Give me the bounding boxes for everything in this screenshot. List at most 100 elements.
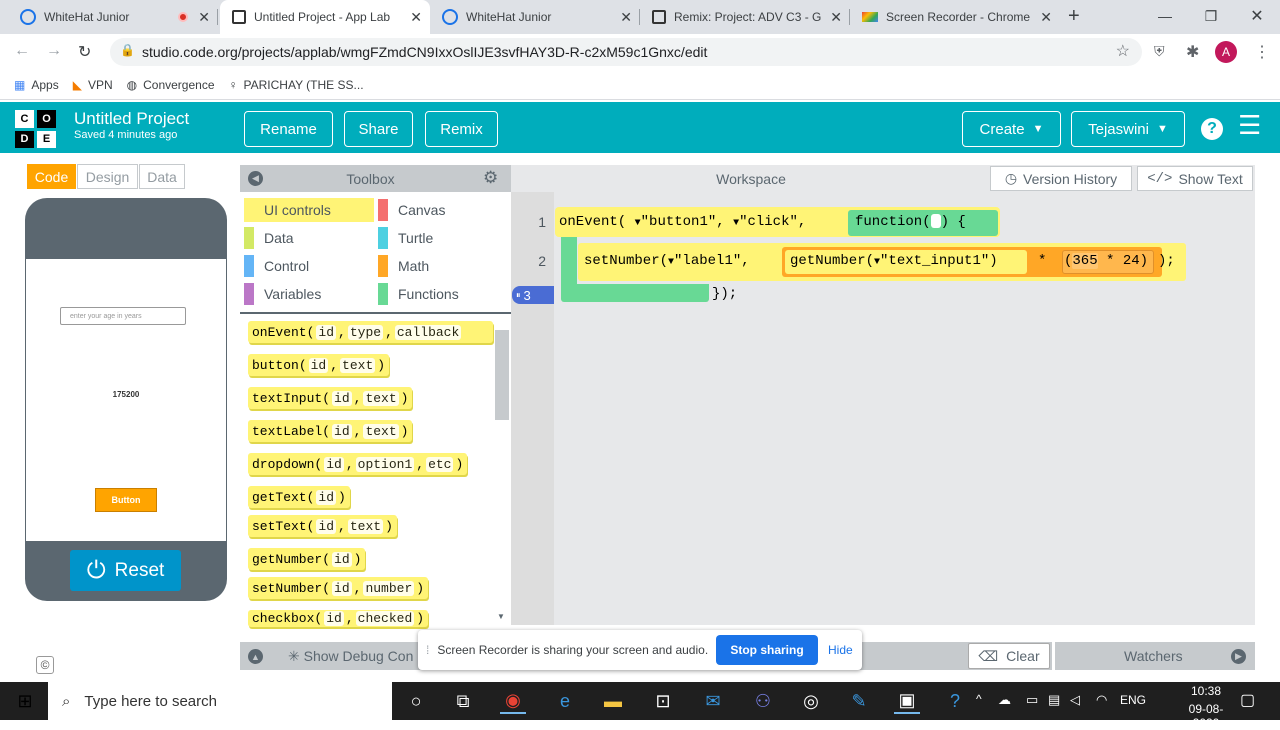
- number-24[interactable]: 24: [1123, 253, 1140, 269]
- category-variables[interactable]: Variables: [244, 282, 321, 306]
- help-icon[interactable]: ?: [1201, 118, 1223, 140]
- app-button[interactable]: Button: [95, 488, 157, 512]
- file-explorer-icon[interactable]: ▬: [600, 688, 626, 714]
- tray-chevron-icon[interactable]: ^: [976, 692, 982, 706]
- close-tab-icon[interactable]: ✕: [1040, 9, 1052, 26]
- copyright-icon[interactable]: ©: [36, 656, 54, 674]
- bookmark-star-icon[interactable]: ☆: [1116, 41, 1130, 61]
- clock-date[interactable]: 09-08-2020: [1176, 702, 1236, 730]
- category-math[interactable]: Math: [378, 254, 429, 278]
- volume-icon[interactable]: ◁: [1070, 692, 1080, 708]
- reset-button[interactable]: ⏻ Reset: [70, 550, 181, 591]
- code-org-logo[interactable]: C O D E: [15, 110, 58, 148]
- expand-debug-icon[interactable]: ▲: [248, 649, 263, 664]
- category-turtle[interactable]: Turtle: [378, 226, 433, 250]
- settings-gear-icon[interactable]: ⚙: [483, 168, 498, 188]
- remix-button[interactable]: Remix: [425, 111, 498, 147]
- close-tab-icon[interactable]: ✕: [410, 9, 422, 26]
- block-textInput[interactable]: textInput(id, text): [248, 387, 413, 409]
- store-icon[interactable]: ⊡: [650, 688, 676, 714]
- network-icon[interactable]: ▤: [1048, 692, 1060, 708]
- category-ui-controls[interactable]: UI controls: [244, 198, 374, 222]
- create-dropdown[interactable]: Create ▼: [962, 111, 1061, 147]
- close-tab-icon[interactable]: ✕: [198, 9, 210, 26]
- wifi-icon[interactable]: ◠: [1096, 692, 1107, 708]
- breakpoint-line-3[interactable]: ⏸ 3: [512, 286, 554, 304]
- teams-icon[interactable]: ⚇: [750, 688, 776, 714]
- extension-shield-icon[interactable]: ⛨: [1154, 43, 1165, 60]
- back-icon[interactable]: ←: [14, 42, 30, 60]
- mail-icon[interactable]: ✉: [700, 688, 726, 714]
- bookmark-parichay[interactable]: ♀ PARICHAY (THE SS...: [229, 78, 364, 92]
- task-view-icon[interactable]: ⧉: [450, 688, 476, 714]
- drag-handle-icon[interactable]: ⁞: [426, 643, 429, 657]
- taskbar-search-box[interactable]: ⌕ Type here to search: [48, 682, 392, 720]
- code-mode-tab[interactable]: Code: [27, 164, 76, 189]
- data-mode-tab[interactable]: Data: [139, 164, 185, 189]
- category-functions[interactable]: Functions: [378, 282, 459, 306]
- project-title: Untitled Project: [74, 109, 190, 128]
- design-mode-tab[interactable]: Design: [77, 164, 138, 189]
- block-onEvent[interactable]: onEvent(id, type, callback: [248, 321, 493, 343]
- user-dropdown[interactable]: Tejaswini ▼: [1071, 111, 1185, 147]
- minimize-icon[interactable]: —: [1142, 0, 1188, 32]
- bookmark-apps[interactable]: ▦ Apps: [14, 78, 59, 92]
- chrome-icon[interactable]: ◉: [500, 688, 526, 714]
- show-text-button[interactable]: </> Show Text: [1137, 166, 1253, 191]
- notifications-icon[interactable]: ▢: [1240, 690, 1255, 710]
- debug-console-toggle[interactable]: ✳ Show Debug Con: [288, 648, 413, 665]
- number-365[interactable]: 365: [1072, 253, 1098, 269]
- obs-icon[interactable]: ◎: [798, 688, 824, 714]
- stop-sharing-button[interactable]: Stop sharing: [716, 635, 818, 665]
- collapse-watchers-icon[interactable]: ▶: [1231, 649, 1246, 664]
- extensions-puzzle-icon[interactable]: ✱: [1186, 42, 1199, 62]
- editor-icon[interactable]: ✎: [846, 688, 872, 714]
- category-data[interactable]: Data: [244, 226, 294, 250]
- block-checkbox[interactable]: checkbox(id, checked): [248, 610, 429, 627]
- bookmark-convergence[interactable]: ◍ Convergence: [127, 78, 215, 92]
- menu-kebab-icon[interactable]: ⋮: [1254, 42, 1270, 62]
- block-setText[interactable]: setText(id, text): [248, 515, 397, 537]
- onedrive-icon[interactable]: ☁: [998, 692, 1011, 708]
- browser-tab[interactable]: WhiteHat Junior ✕: [8, 0, 218, 34]
- edge-icon[interactable]: e: [552, 688, 578, 714]
- cortana-icon[interactable]: ○: [403, 688, 429, 714]
- browser-tab[interactable]: Screen Recorder - Chrome ✕: [850, 0, 1060, 34]
- palette-scrollbar[interactable]: [495, 330, 509, 420]
- forward-icon[interactable]: →: [46, 42, 62, 60]
- help-tips-icon[interactable]: ?: [942, 688, 968, 714]
- new-tab-icon[interactable]: +: [1068, 5, 1080, 28]
- clock-time[interactable]: 10:38: [1176, 684, 1236, 698]
- close-tab-icon[interactable]: ✕: [620, 9, 632, 26]
- profile-avatar[interactable]: A: [1215, 41, 1237, 63]
- hide-button[interactable]: Hide: [828, 643, 853, 657]
- share-button[interactable]: Share: [344, 111, 413, 147]
- browser-tab-active[interactable]: Untitled Project - App Lab ✕: [220, 0, 430, 34]
- bookmark-vpn[interactable]: ◣ VPN: [73, 78, 113, 92]
- restore-icon[interactable]: ❐: [1188, 0, 1234, 32]
- hamburger-menu-icon[interactable]: ☰: [1238, 112, 1261, 138]
- block-button[interactable]: button(id, text): [248, 354, 390, 376]
- reload-icon[interactable]: ↻: [78, 42, 91, 62]
- close-tab-icon[interactable]: ✕: [830, 9, 842, 26]
- block-getNumber[interactable]: getNumber(id): [248, 548, 366, 570]
- close-window-icon[interactable]: ✕: [1234, 0, 1280, 32]
- scroll-down-icon[interactable]: ▼: [497, 612, 505, 621]
- block-textLabel[interactable]: textLabel(id, text): [248, 420, 413, 442]
- clear-button[interactable]: ⌫ Clear: [968, 643, 1050, 669]
- category-canvas[interactable]: Canvas: [378, 198, 445, 222]
- address-bar[interactable]: 🔒 studio.code.org/projects/applab/wmgFZm…: [110, 38, 1142, 66]
- age-text-input[interactable]: enter your age in years: [60, 307, 186, 325]
- browser-tab[interactable]: Remix: Project: ADV C3 - G ✕: [640, 0, 850, 34]
- battery-icon[interactable]: ▭: [1026, 692, 1038, 708]
- version-history-button[interactable]: ◷ Version History: [990, 166, 1132, 191]
- block-setNumber[interactable]: setNumber(id, number): [248, 577, 429, 599]
- screen-recorder-icon[interactable]: ▣: [894, 688, 920, 714]
- category-control[interactable]: Control: [244, 254, 309, 278]
- block-getText[interactable]: getText(id): [248, 486, 350, 508]
- windows-start-icon[interactable]: ⊞: [12, 688, 38, 714]
- language-indicator[interactable]: ENG: [1120, 693, 1146, 707]
- block-dropdown[interactable]: dropdown(id, option1, etc): [248, 453, 468, 475]
- browser-tab[interactable]: WhiteHat Junior ✕: [430, 0, 640, 34]
- rename-button[interactable]: Rename: [244, 111, 333, 147]
